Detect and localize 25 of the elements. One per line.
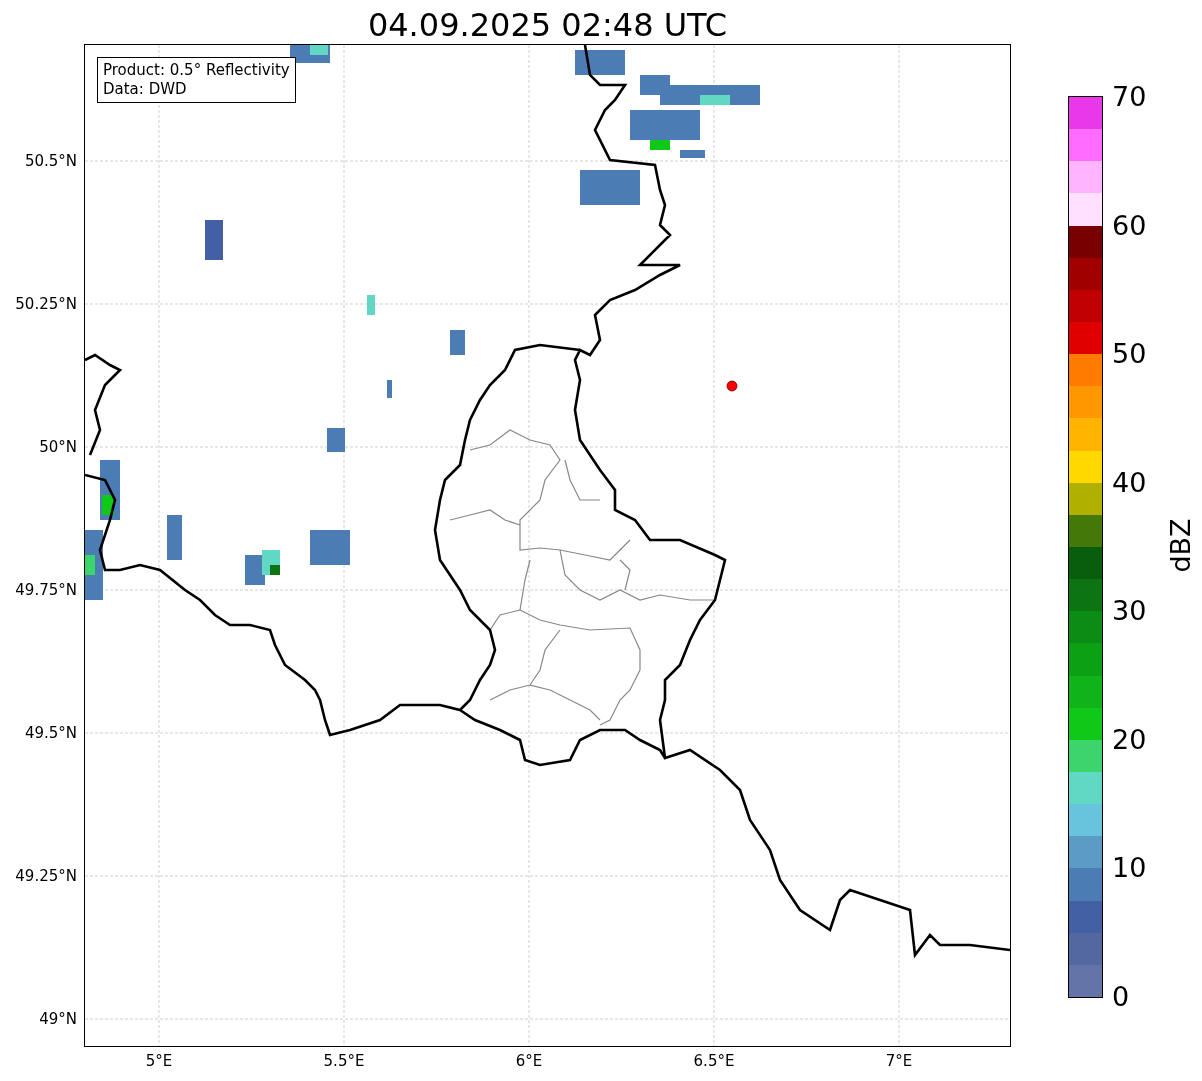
longitude-label: 6°E bbox=[515, 1052, 543, 1070]
colorbar-tick-label: 30 bbox=[1112, 596, 1147, 627]
longitude-label: 7°E bbox=[885, 1052, 913, 1070]
info-text: Data: DWD bbox=[103, 80, 188, 99]
longitude-label: 6.5°E bbox=[693, 1052, 735, 1070]
latitude-label: 50°N bbox=[39, 438, 77, 456]
longitude-label: 5.5°E bbox=[323, 1052, 365, 1070]
latitude-label: 50.25°N bbox=[15, 295, 77, 313]
colorbar-tick-label: 0 bbox=[1112, 982, 1130, 1012]
longitude-label: 5°E bbox=[145, 1052, 173, 1070]
latitude-label: 50.5°N bbox=[24, 152, 77, 170]
latitude-label: 49.5°N bbox=[24, 724, 77, 742]
colorbar-label: dBZ bbox=[1164, 518, 1196, 573]
chart-title: 04.09.2025 02:48 UTC bbox=[366, 5, 729, 45]
colorbar-tick-label: 40 bbox=[1112, 467, 1147, 498]
radar-site-marker bbox=[726, 380, 738, 392]
colorbar-tick-label: 10 bbox=[1112, 853, 1147, 884]
latitude-label: 49.25°N bbox=[15, 867, 77, 885]
colorbar-tick-label: 60 bbox=[1112, 210, 1147, 241]
latitude-label: 49°N bbox=[39, 1010, 77, 1028]
colorbar-tick-label: 50 bbox=[1112, 339, 1147, 370]
colorbar-tick-label: 20 bbox=[1112, 724, 1147, 755]
info-text: Product: 0.5° Reflectivity bbox=[103, 61, 290, 80]
colorbar-tick-label: 70 bbox=[1112, 82, 1147, 112]
latitude-label: 49.75°N bbox=[15, 581, 77, 599]
